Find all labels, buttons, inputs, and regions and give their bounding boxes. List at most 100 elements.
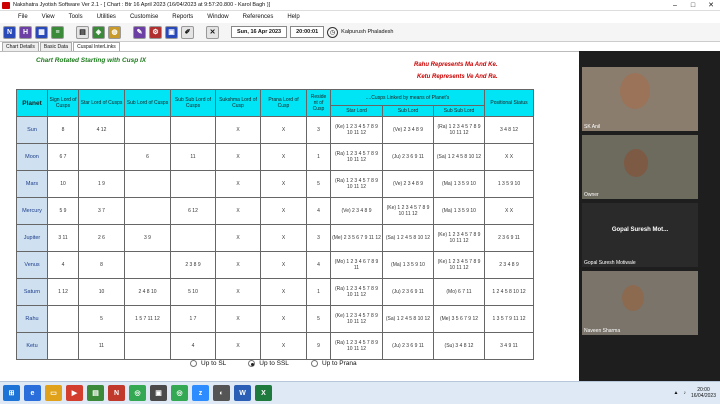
radio-up-to-sl[interactable] — [190, 360, 197, 367]
dasha-icon[interactable]: ≡ — [51, 25, 64, 39]
level-options: Up to SL Up to SSL Up to Prana — [190, 360, 357, 367]
folder-icon[interactable]: ▭ — [45, 385, 62, 401]
globe-icon[interactable]: ◍ — [108, 25, 121, 39]
radio-up-to-prana[interactable] — [310, 360, 318, 367]
planet-name-cell: Mars — [16, 170, 48, 198]
linked-sub-lord-cell: (Ju) 2 3 6 9 11 — [382, 143, 434, 171]
resident-cell: 4 — [306, 251, 331, 279]
clock-icon[interactable]: ◷ — [327, 26, 339, 38]
date-field[interactable]: Sun, 16 Apr 2023 — [231, 26, 288, 38]
menu-tools[interactable]: Tools — [62, 14, 90, 20]
sukshma-cell: X — [215, 332, 261, 360]
positional-status-cell: 2 3 4 8 9 — [484, 251, 534, 279]
settings-icon[interactable]: ⚙ — [149, 25, 162, 39]
minimize-icon[interactable]: – — [666, 0, 684, 11]
menu-file[interactable]: File — [0, 14, 35, 20]
menu-help[interactable]: Help — [280, 14, 306, 20]
prana-cell: X — [260, 305, 307, 333]
transit-icon[interactable]: ◈ — [92, 25, 105, 39]
header-resident: Reside nt of Cusp — [306, 89, 331, 117]
sukshma-cell: X — [215, 170, 261, 198]
menu-utilities[interactable]: Utilities — [90, 14, 123, 20]
prana-cell: X — [260, 332, 307, 360]
participant-tile[interactable]: Gopal Suresh Mot... Gopal Suresh Motiwal… — [582, 203, 698, 267]
app-icon-dark[interactable]: ◐ — [213, 385, 230, 401]
planet-row: Saturn 1 12 10 2 4 8 10 5 10 X X 1 (Ra) 1 2 3 4 … — [16, 278, 534, 306]
resident-cell: 5 — [306, 305, 331, 333]
linked-sub-lord-cell: (Sa) 1 2 4 5 8 10 12 — [382, 305, 434, 333]
participant-tile[interactable]: SK Anil — [582, 67, 698, 131]
chrome-icon[interactable]: ◎ — [129, 385, 146, 401]
rahu-note: Rahu Represents Ma And Ke. — [414, 62, 498, 68]
participant-tile[interactable]: Naveen Sharma — [582, 271, 698, 335]
prana-cell: X — [260, 170, 307, 198]
open-file-icon[interactable]: ▤ — [76, 25, 89, 39]
star-lord-cell: 8 — [78, 251, 125, 279]
tab-cuspal-interlinks[interactable]: Cuspal InterLinks — [73, 42, 120, 51]
planet-name-cell: Ketu — [16, 332, 48, 360]
sign-lord-cell — [47, 332, 79, 360]
volume-icon[interactable]: ♪ — [683, 390, 686, 396]
menu-window[interactable]: Window — [200, 14, 235, 20]
zoom-icon[interactable]: z — [192, 385, 209, 401]
option-up-to-prana[interactable]: Up to Prana — [310, 360, 357, 367]
linked-sub-lord-cell: (Ve) 2 3 4 8 9 — [382, 116, 434, 144]
header-sub-sub-lord: Sub Sub Lord of Cusps — [170, 89, 216, 117]
resident-cell: 1 — [306, 143, 331, 171]
table-icon[interactable]: ▦ — [35, 25, 48, 39]
system-tray: ▲ ♪ 20:00 16/04/2023 — [674, 387, 720, 399]
linked-star-lord-cell: (Ra) 1 2 3 4 5 7 8 9 10 11 12 — [330, 143, 383, 171]
subheader-sub-sub-lord: Sub Sub Lord — [433, 105, 485, 117]
participant-tile[interactable]: Owner — [582, 135, 698, 199]
tab-chart-details[interactable]: Chart Details — [2, 42, 39, 51]
taskbar-clock[interactable]: 20:00 16/04/2023 — [691, 387, 716, 399]
menu-view[interactable]: View — [35, 14, 62, 20]
app-icon-gray[interactable]: ▣ — [150, 385, 167, 401]
chart-icon[interactable]: N — [3, 25, 16, 39]
radio-up-to-ssl[interactable] — [248, 360, 256, 367]
book-icon[interactable]: ▣ — [165, 25, 178, 39]
linked-sub-sub-lord-cell: (Ma) 1 3 5 9 10 — [433, 170, 485, 198]
positional-status-cell: 1 3 5 9 10 — [484, 170, 534, 198]
subheader-star-lord: Star Lord — [330, 105, 383, 117]
star-lord-cell — [78, 143, 125, 171]
resident-cell: 5 — [306, 170, 331, 198]
horoscope-icon[interactable]: H — [19, 25, 32, 39]
network-icon[interactable]: ▲ — [674, 390, 679, 396]
prana-cell: X — [260, 224, 307, 252]
menu-customise[interactable]: Customise — [123, 14, 165, 20]
sukshma-cell: X — [215, 143, 261, 171]
chrome-icon-2[interactable]: ◎ — [171, 385, 188, 401]
app-icon — [2, 1, 10, 9]
option-up-to-ssl[interactable]: Up to SSL — [248, 360, 289, 367]
star-lord-cell: 5 — [78, 305, 125, 333]
tools-icon[interactable]: ✎ — [133, 25, 146, 39]
linked-sub-sub-lord-cell: (Mo) 6 7 11 — [433, 278, 485, 306]
edge-icon[interactable]: e — [24, 385, 41, 401]
maximize-icon[interactable]: □ — [684, 0, 702, 11]
resident-cell: 3 — [306, 224, 331, 252]
menu-reports[interactable]: Reports — [165, 14, 200, 20]
word-icon[interactable]: W — [234, 385, 251, 401]
star-lord-cell: 3 7 — [78, 197, 125, 225]
sub-lord-cell — [124, 116, 171, 144]
app-icon-red[interactable]: ▶ — [66, 385, 83, 401]
close-icon[interactable]: ✕ — [702, 0, 720, 11]
linked-sub-lord-cell: (Ve) 2 3 4 8 9 — [382, 170, 434, 198]
option-up-to-sl[interactable]: Up to SL — [190, 360, 226, 367]
app-icon-nj[interactable]: N — [108, 385, 125, 401]
planet-row: Moon 6 7 6 11 X X 1 (Ra) 1 2 3 4 5 7 8 9 10 11 … — [16, 143, 534, 171]
excel-icon[interactable]: X — [255, 385, 272, 401]
linked-sub-sub-lord-cell: (Ke) 1 2 3 4 5 7 8 9 10 11 12 — [433, 251, 485, 279]
app-icon-green[interactable]: ▤ — [87, 385, 104, 401]
sub-lord-cell — [124, 170, 171, 198]
edit-icon[interactable]: ✐ — [181, 25, 194, 39]
close-chart-icon[interactable]: ✕ — [206, 25, 219, 39]
sign-lord-cell: 1 12 — [47, 278, 79, 306]
menu-references[interactable]: References — [236, 14, 281, 20]
start-icon[interactable]: ⊞ — [3, 385, 20, 401]
resident-cell: 9 — [306, 332, 331, 360]
tab-basic-data[interactable]: Basic Data — [39, 42, 73, 51]
time-field[interactable]: 20:00:01 — [290, 26, 325, 38]
planet-row: Sun 8 4 12 X X 3 (Ke) 1 2 3 4 5 7 8 9 10 11 12… — [16, 116, 534, 144]
